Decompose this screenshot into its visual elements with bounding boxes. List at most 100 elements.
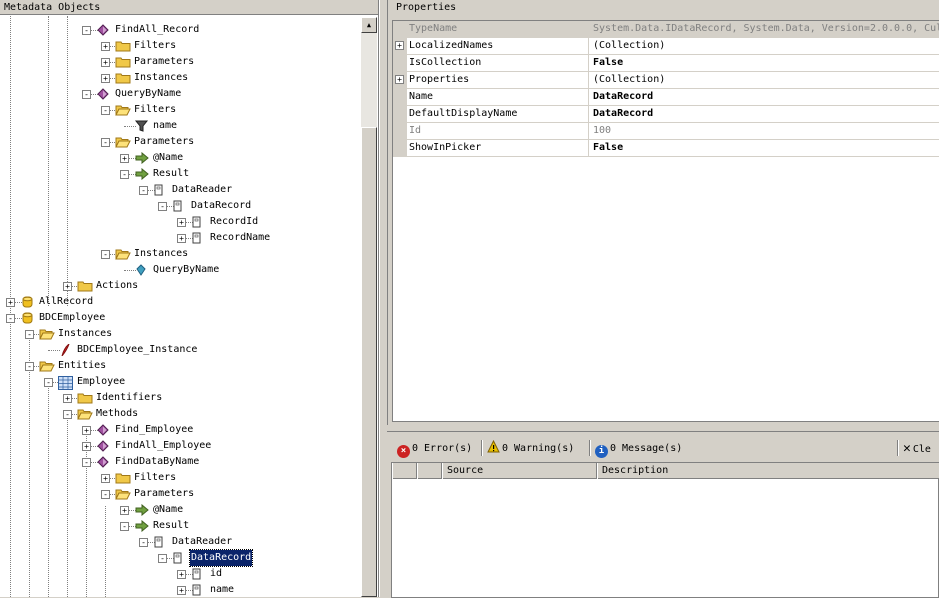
tree-node[interactable]: - Result: [0, 166, 360, 182]
tree-node-label[interactable]: RecordName: [209, 230, 271, 246]
collapse-icon[interactable]: -: [25, 330, 34, 339]
column-header-description[interactable]: Description: [597, 463, 939, 479]
expand-icon[interactable]: +: [101, 42, 110, 51]
tree-node-label[interactable]: Actions: [95, 278, 139, 294]
tree-node[interactable]: + AllRecord: [0, 294, 360, 310]
tree-node-label[interactable]: DataReader: [171, 182, 233, 198]
column-header-line[interactable]: [417, 463, 442, 479]
expand-icon[interactable]: +: [395, 41, 404, 50]
tree-node[interactable]: - Result: [0, 518, 360, 534]
property-row[interactable]: + LocalizedNames (Collection): [393, 38, 939, 55]
property-row[interactable]: + Properties (Collection): [393, 72, 939, 89]
property-value[interactable]: (Collection): [593, 72, 665, 88]
expand-icon[interactable]: +: [101, 474, 110, 483]
tree-node-label[interactable]: DataRecord: [188, 549, 254, 567]
tree-node-label[interactable]: Methods: [95, 406, 139, 422]
tree-node[interactable]: QueryByName: [0, 262, 360, 278]
tree-node-label[interactable]: Filters: [133, 38, 177, 54]
tree-node-label[interactable]: @Name: [152, 502, 184, 518]
tree-node[interactable]: - Parameters: [0, 134, 360, 150]
tree-node-label[interactable]: RecordId: [209, 214, 259, 230]
tree-node[interactable]: - Instances: [0, 246, 360, 262]
tree-node[interactable]: + @Name: [0, 150, 360, 166]
tree-node[interactable]: - BDCEmployee: [0, 310, 360, 326]
tree-node[interactable]: - FindAll_Record: [0, 22, 360, 38]
tree-node-label[interactable]: BDCEmployee: [38, 310, 106, 326]
property-value[interactable]: DataRecord: [593, 89, 653, 105]
expand-icon[interactable]: +: [120, 154, 129, 163]
tree-node[interactable]: - DataReader: [0, 534, 360, 550]
tree-node-label[interactable]: Entities: [57, 358, 107, 374]
tree-node-label[interactable]: @Name: [152, 150, 184, 166]
tree-node[interactable]: - QueryByName: [0, 86, 360, 102]
error-list-grid[interactable]: Source Description: [391, 462, 939, 598]
collapse-icon[interactable]: -: [158, 554, 167, 563]
tree-node-label[interactable]: name: [152, 118, 178, 134]
tree-node-label[interactable]: name: [209, 582, 235, 597]
collapse-icon[interactable]: -: [139, 186, 148, 195]
tree-node[interactable]: - Methods: [0, 406, 360, 422]
warnings-filter-button[interactable]: 0 Warning(s): [487, 440, 574, 458]
tree-node[interactable]: name: [0, 118, 360, 134]
property-row[interactable]: ShowInPicker False: [393, 140, 939, 157]
tree-node[interactable]: + id: [0, 566, 360, 582]
column-header-icon[interactable]: [392, 463, 417, 479]
tree-node[interactable]: + Parameters: [0, 54, 360, 70]
errors-filter-button[interactable]: × 0 Error(s): [397, 440, 472, 458]
column-header-source[interactable]: Source: [442, 463, 597, 479]
tree-node[interactable]: + name: [0, 582, 360, 597]
property-row[interactable]: Id 100: [393, 123, 939, 140]
tree-node-label[interactable]: AllRecord: [38, 294, 94, 310]
expand-icon[interactable]: +: [6, 298, 15, 307]
tree-node[interactable]: + RecordId: [0, 214, 360, 230]
collapse-icon[interactable]: -: [101, 106, 110, 115]
tree-vertical-scrollbar[interactable]: ▲: [360, 17, 377, 597]
tree-node[interactable]: + Filters: [0, 38, 360, 54]
tree-node-label[interactable]: BDCEmployee_Instance: [76, 342, 198, 358]
property-value[interactable]: (Collection): [593, 38, 665, 54]
property-value[interactable]: DataRecord: [593, 106, 653, 122]
collapse-icon[interactable]: -: [120, 522, 129, 531]
collapse-icon[interactable]: -: [44, 378, 53, 387]
tree-node-label[interactable]: Result: [152, 166, 190, 182]
tree-node[interactable]: + FindAll_Employee: [0, 438, 360, 454]
expand-icon[interactable]: +: [82, 426, 91, 435]
expand-icon[interactable]: +: [63, 394, 72, 403]
metadata-tree[interactable]: - FindAll_Record + Filters + Parameters + Insta…: [0, 16, 360, 597]
property-row[interactable]: Name DataRecord: [393, 89, 939, 106]
tree-node[interactable]: - DataRecord: [0, 198, 360, 214]
scroll-up-button[interactable]: ▲: [361, 17, 377, 33]
tree-node-label[interactable]: Instances: [57, 326, 113, 342]
tree-node[interactable]: + @Name: [0, 502, 360, 518]
tree-node[interactable]: - Instances: [0, 326, 360, 342]
expand-icon[interactable]: +: [120, 506, 129, 515]
collapse-icon[interactable]: -: [82, 458, 91, 467]
expand-icon[interactable]: +: [101, 74, 110, 83]
tree-node-label[interactable]: QueryByName: [152, 262, 220, 278]
tree-node-label[interactable]: DataRecord: [190, 198, 252, 214]
messages-filter-button[interactable]: i0 Message(s): [595, 440, 682, 458]
collapse-icon[interactable]: -: [139, 538, 148, 547]
expand-icon[interactable]: +: [101, 58, 110, 67]
expand-icon[interactable]: +: [177, 586, 186, 595]
tree-node-label[interactable]: Parameters: [133, 134, 195, 150]
tree-node-label[interactable]: FindAll_Record: [114, 22, 200, 38]
tree-node[interactable]: + Filters: [0, 470, 360, 486]
property-row[interactable]: DefaultDisplayName DataRecord: [393, 106, 939, 123]
tree-node-label[interactable]: Result: [152, 518, 190, 534]
tree-node-label[interactable]: DataReader: [171, 534, 233, 550]
tree-node[interactable]: + Identifiers: [0, 390, 360, 406]
tree-node-label[interactable]: Employee: [76, 374, 126, 390]
expand-icon[interactable]: +: [63, 282, 72, 291]
collapse-icon[interactable]: -: [120, 170, 129, 179]
property-value[interactable]: False: [593, 55, 623, 71]
scrollbar-thumb[interactable]: [361, 127, 377, 597]
tree-node[interactable]: - Filters: [0, 102, 360, 118]
tree-node[interactable]: - FindDataByName: [0, 454, 360, 470]
tree-node-label[interactable]: QueryByName: [114, 86, 182, 102]
tree-node[interactable]: - Parameters: [0, 486, 360, 502]
tree-node[interactable]: BDCEmployee_Instance: [0, 342, 360, 358]
tree-node-label[interactable]: Filters: [133, 102, 177, 118]
tree-node-label[interactable]: Instances: [133, 246, 189, 262]
property-value[interactable]: System.Data.IDataRecord, System.Data, Ve…: [593, 21, 939, 37]
